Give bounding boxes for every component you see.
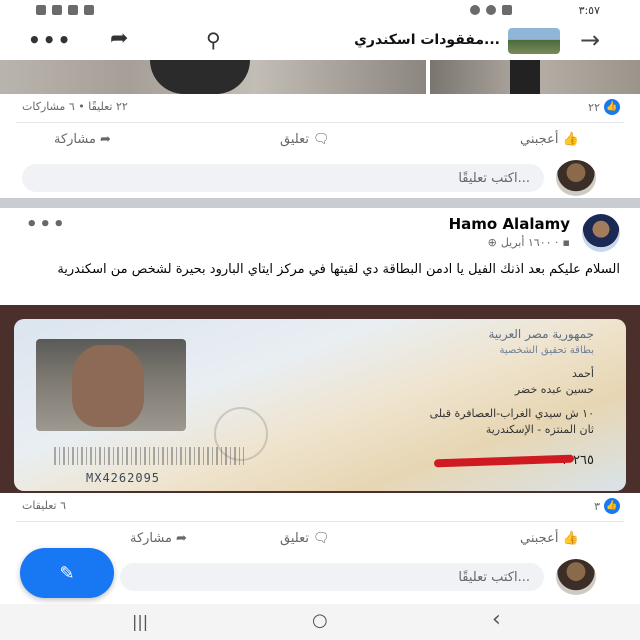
share-arrow-icon: ➦ — [175, 531, 187, 546]
post-more-icon[interactable]: ••• — [26, 214, 67, 235]
comment-label: تعليق — [280, 531, 309, 546]
post-date: ١٦٠٠ أبريل · — [500, 236, 559, 249]
share-icon[interactable]: ➦ — [110, 26, 128, 51]
back-icon[interactable]: ‹ — [492, 607, 501, 632]
back-arrow-icon[interactable]: → — [580, 26, 600, 54]
share-label: مشاركة — [54, 132, 96, 147]
avatar[interactable] — [556, 559, 596, 595]
thumbs-up-icon: 👍 — [562, 531, 579, 546]
comment-button[interactable]: تعليق 🗨 — [280, 531, 329, 546]
group-thumbnail[interactable] — [508, 28, 560, 54]
settings-icon — [486, 5, 496, 15]
recent-apps-icon[interactable]: ||| — [132, 612, 148, 631]
globe-icon: ⊕ — [487, 236, 497, 249]
status-time: ٣:٥٧ — [578, 4, 600, 17]
comment-label: تعليق — [280, 132, 309, 147]
reactions-summary[interactable]: ٣ 👍 — [594, 498, 620, 514]
id-card-address-line1: ١٠ ش سيدي الغراب-العصافرة قبلى — [429, 407, 594, 420]
system-navigation-bar: ||| ○ ‹ — [0, 604, 640, 640]
id-card-heading: جمهورية مصر العربية — [488, 327, 594, 341]
status-system-icons — [470, 5, 512, 15]
search-icon[interactable]: ⚲ — [206, 28, 221, 52]
compose-button[interactable]: ✎ — [20, 548, 114, 598]
share-arrow-icon: ➦ — [99, 132, 111, 147]
post-author[interactable]: Hamo Alalamy — [330, 215, 570, 233]
id-card-portrait — [36, 339, 186, 431]
post-photo[interactable]: جمهورية مصر العربية بطاقة تحقيق الشخصية … — [0, 305, 640, 493]
id-card-first-name: أحمد — [572, 367, 594, 380]
more-icon[interactable]: ••• — [28, 28, 72, 52]
comment-input[interactable]: اكتب تعليقًا... — [22, 164, 544, 192]
previous-post-photos — [0, 60, 640, 94]
alarm-icon — [470, 5, 480, 15]
share-button[interactable]: مشاركة ➦ — [130, 531, 187, 546]
post-photo[interactable] — [430, 60, 640, 94]
like-label: أعجبني — [520, 531, 559, 546]
post-stats[interactable]: ٢٢ تعليقًا • ٦ مشاركات — [22, 100, 128, 113]
like-label: أعجبني — [520, 132, 559, 147]
like-reaction-icon: 👍 — [604, 99, 620, 115]
like-reaction-icon: 👍 — [604, 498, 620, 514]
like-button[interactable]: أعجبني 👍 — [520, 531, 579, 546]
post-card: ••• Hamo Alalamy ⊕ ١٦٠٠ أبريل · ▪ السلام… — [0, 208, 640, 305]
reactions-summary[interactable]: ٢٢ 👍 — [588, 99, 620, 115]
compose-icon: ✎ — [59, 562, 75, 584]
id-card-address-line2: ثان المنتزه - الإسكندرية — [485, 423, 594, 436]
photo-figure — [150, 60, 250, 94]
share-button[interactable]: مشاركة ➦ — [54, 132, 111, 147]
id-card-full-name: حسين عبده خضر — [514, 383, 594, 396]
home-icon[interactable]: ○ — [312, 610, 328, 631]
group-title[interactable]: مفقودات اسكندري... — [290, 32, 500, 48]
portrait-head — [72, 345, 144, 427]
comment-icon: 🗨 — [312, 132, 330, 147]
id-card: جمهورية مصر العربية بطاقة تحقيق الشخصية … — [14, 319, 626, 491]
status-notification-icons — [36, 5, 94, 15]
post-meta: ⊕ ١٦٠٠ أبريل · ▪ — [360, 236, 570, 249]
share-label: مشاركة — [130, 531, 172, 546]
post-stats[interactable]: ٦ تعليقات — [22, 499, 66, 512]
likes-count: ٢٢ — [588, 100, 600, 114]
notification-icon — [36, 5, 46, 15]
notification-icon — [84, 5, 94, 15]
divider — [16, 521, 624, 522]
avatar[interactable] — [582, 214, 620, 252]
comment-button[interactable]: تعليق 🗨 — [280, 132, 329, 147]
post-card: ٢٢ تعليقًا • ٦ مشاركات ٢٢ 👍 أعجبني 👍 تعل… — [0, 94, 640, 198]
divider — [16, 122, 624, 123]
comment-icon: 🗨 — [312, 531, 330, 546]
avatar[interactable] — [556, 160, 596, 196]
photo-figure — [510, 60, 540, 94]
notification-icon — [52, 5, 62, 15]
sync-icon — [502, 5, 512, 15]
comment-input[interactable]: اكتب تعليقًا... — [120, 563, 544, 591]
id-card-barcode — [54, 447, 244, 465]
notification-icon — [68, 5, 78, 15]
thumbs-up-icon: 👍 — [562, 132, 579, 147]
status-bar: ٣:٥٧ — [0, 0, 640, 22]
likes-count: ٣ — [594, 499, 600, 513]
post-text: السلام عليكم بعد اذنك الفيل يا ادمن البط… — [57, 262, 620, 277]
post-photo[interactable] — [0, 60, 426, 94]
id-card-subheading: بطاقة تحقيق الشخصية — [499, 345, 594, 356]
like-button[interactable]: أعجبني 👍 — [520, 132, 579, 147]
id-card-serial: MX4262095 — [86, 471, 161, 485]
group-header: ••• ➦ ⚲ مفقودات اسكندري... → — [0, 22, 640, 60]
group-badge-icon: ▪ — [562, 236, 570, 249]
